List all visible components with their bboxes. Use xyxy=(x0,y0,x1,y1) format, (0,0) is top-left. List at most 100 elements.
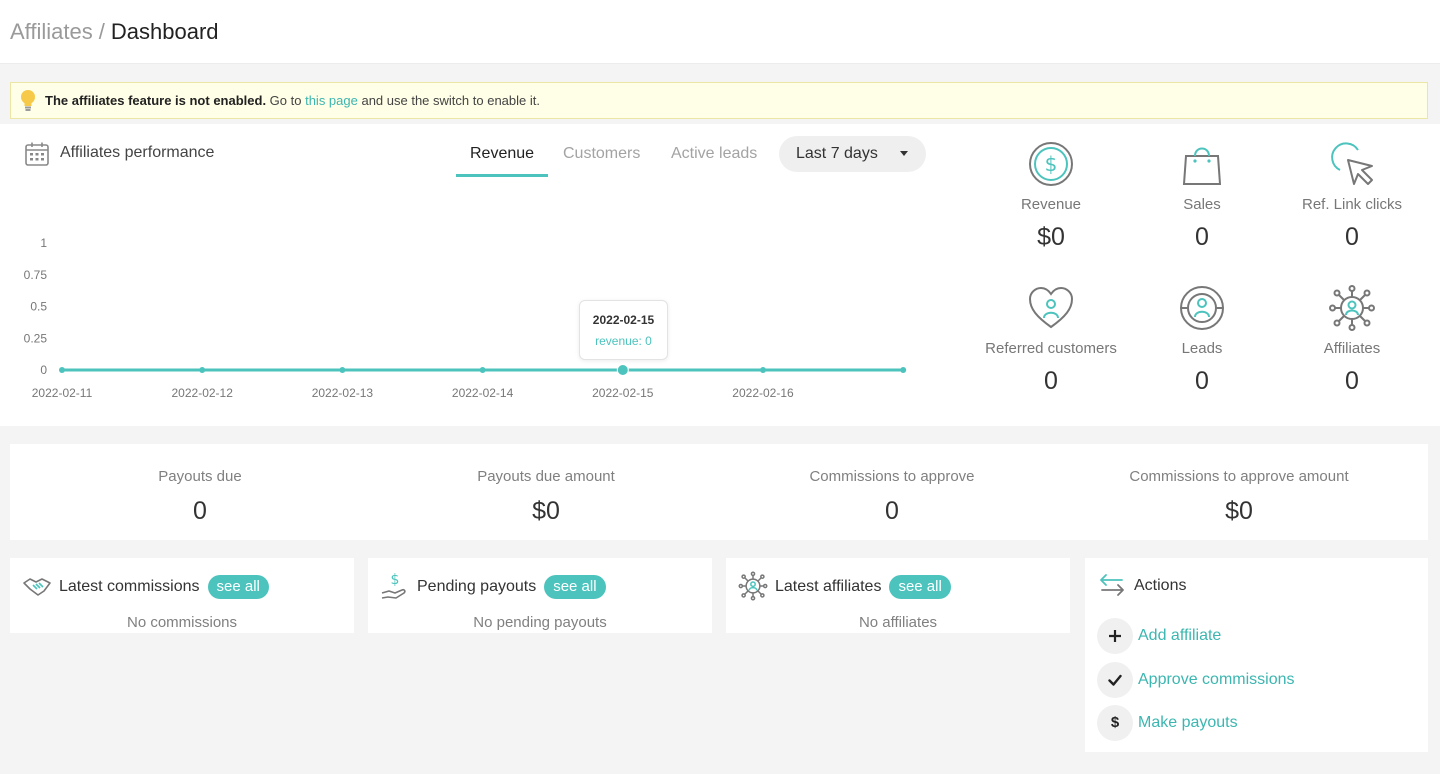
stat-referred-customers: Referred customers 0 xyxy=(976,284,1126,396)
svg-text:$: $ xyxy=(1045,152,1058,176)
data-point xyxy=(339,367,346,373)
breadcrumb-current: Dashboard xyxy=(110,19,219,44)
see-all-button[interactable]: see all xyxy=(544,575,606,599)
latest-commissions-card: Latest commissions see all No commissions xyxy=(10,558,354,633)
summary-value: $0 xyxy=(532,497,560,525)
stat-value: 0 xyxy=(1044,367,1058,395)
summary-payouts-due: Payouts due 0 xyxy=(27,444,373,526)
svg-text:$: $ xyxy=(391,572,400,588)
network-people-icon xyxy=(1329,285,1375,331)
empty-state: No pending payouts xyxy=(473,614,607,631)
y-tick-label: 1 xyxy=(40,236,47,250)
stat-label: Ref. Link clicks xyxy=(1301,196,1403,213)
target-person-icon xyxy=(1180,286,1224,330)
swap-arrows-icon xyxy=(1100,574,1124,596)
stat-value: $0 xyxy=(1037,223,1065,251)
revenue-chart: 1 0.75 0.5 0.25 0 2022-02-11 2022-02-12 2022-02… xyxy=(24,236,907,400)
summary-label: Payouts due amount xyxy=(477,468,615,485)
stat-value: 0 xyxy=(1345,223,1359,251)
actions-title: Actions xyxy=(1134,577,1187,594)
heart-person-icon xyxy=(1028,286,1074,329)
stat-label: Revenue xyxy=(1020,196,1082,213)
data-point xyxy=(199,367,206,373)
breadcrumb: Affiliates / Dashboard xyxy=(10,19,219,45)
payouts-summary: Payouts due 0 Payouts due amount $0 Comm… xyxy=(10,444,1428,540)
card-title-text: Latest commissions xyxy=(59,578,200,596)
x-tick-label: 2022-02-12 xyxy=(172,386,234,400)
see-all-button[interactable]: see all xyxy=(207,575,269,599)
performance-title-text: Affiliates performance xyxy=(60,144,215,161)
data-point xyxy=(760,367,766,373)
lightbulb-icon xyxy=(21,90,35,111)
notice-link[interactable]: this page xyxy=(305,93,358,108)
summary-value: 0 xyxy=(885,497,899,525)
stat-sales: Sales 0 xyxy=(1127,140,1277,252)
y-tick-label: 0 xyxy=(40,363,47,377)
stat-value: 0 xyxy=(1345,367,1359,395)
tab-customers[interactable]: Customers xyxy=(563,140,640,168)
dollar-icon: $ xyxy=(1097,705,1133,741)
card-title: Pending payouts see all xyxy=(417,575,606,599)
y-tick-label: 0.5 xyxy=(30,300,47,314)
empty-state: No commissions xyxy=(126,614,238,631)
stat-label: Leads xyxy=(1181,340,1223,357)
calendar-icon xyxy=(25,142,49,166)
summary-label: Commissions to approve xyxy=(809,468,975,485)
stat-label: Affiliates xyxy=(1323,340,1381,357)
stat-ref-link-clicks: Ref. Link clicks 0 xyxy=(1277,140,1427,252)
action-label: Approve commissions xyxy=(1138,671,1295,688)
x-tick-label: 2022-02-15 xyxy=(592,386,654,400)
hand-dollar-icon: $ xyxy=(381,572,406,599)
breadcrumb-separator: / xyxy=(98,19,105,44)
pending-payouts-card: $ Pending payouts see all No pending payo… xyxy=(368,558,712,633)
tab-revenue[interactable]: Revenue xyxy=(456,140,549,177)
highlighted-point xyxy=(616,364,629,376)
check-icon xyxy=(1097,662,1133,698)
tooltip-date: 2022-02-15 xyxy=(592,313,655,327)
performance-title: Affiliates performance xyxy=(24,141,215,166)
date-range-value: Last 7 days xyxy=(796,145,878,162)
summary-value: $0 xyxy=(1225,497,1253,525)
see-all-button[interactable]: see all xyxy=(889,575,951,599)
dollar-symbol: $ xyxy=(1110,714,1120,731)
x-tick-label: 2022-02-13 xyxy=(312,386,374,400)
summary-commissions-to-approve-amount: Commissions to approve amount $0 xyxy=(1066,444,1412,526)
breadcrumb-parent[interactable]: Affiliates xyxy=(10,19,93,44)
notice-bold-text: The affiliates feature is not enabled. xyxy=(45,93,267,108)
card-title-text: Pending payouts xyxy=(417,578,537,596)
x-tick-label: 2022-02-14 xyxy=(452,386,514,400)
chart-tooltip: 2022-02-15 revenue: 0 xyxy=(579,300,668,360)
performance-panel: Affiliates performance Revenue Customers… xyxy=(0,124,1440,426)
summary-value: 0 xyxy=(193,497,207,525)
y-tick-label: 0.25 xyxy=(24,331,48,345)
page-header: Affiliates / Dashboard xyxy=(0,0,1440,64)
y-tick-label: 0.75 xyxy=(24,268,48,282)
action-label: Add affiliate xyxy=(1138,627,1222,644)
tab-active-leads[interactable]: Active leads xyxy=(671,140,757,168)
data-point xyxy=(59,367,65,373)
summary-payouts-due-amount: Payouts due amount $0 xyxy=(373,444,719,526)
tooltip-value: revenue: 0 xyxy=(595,334,652,348)
notice-text-post: and use the switch to enable it. xyxy=(357,93,540,108)
cursor-click-icon xyxy=(1331,142,1373,185)
date-range-select[interactable]: Last 7 days xyxy=(779,136,926,172)
handshake-icon xyxy=(23,578,51,596)
empty-state: No affiliates xyxy=(858,614,938,631)
shopping-bag-icon xyxy=(1182,147,1222,185)
summary-label: Commissions to approve amount xyxy=(1129,468,1349,485)
stat-leads: Leads 0 xyxy=(1127,284,1277,396)
card-title-text: Latest affiliates xyxy=(775,578,882,596)
stat-affiliates: Affiliates 0 xyxy=(1277,284,1427,396)
dollar-circle-icon: $ xyxy=(1029,142,1073,186)
latest-affiliates-card: Latest affiliates see all No affiliates xyxy=(726,558,1070,633)
notice-text-pre: Go to xyxy=(266,93,306,108)
plus-icon xyxy=(1097,618,1133,654)
x-tick-label: 2022-02-16 xyxy=(732,386,794,400)
x-tick-label: 2022-02-11 xyxy=(32,386,93,400)
feature-disabled-notice: The affiliates feature is not enabled. G… xyxy=(10,82,1428,119)
stat-label: Referred customers xyxy=(985,340,1117,357)
stat-value: 0 xyxy=(1195,223,1209,251)
stat-value: 0 xyxy=(1195,367,1209,395)
summary-commissions-to-approve: Commissions to approve 0 xyxy=(719,444,1065,526)
stat-label: Sales xyxy=(1183,196,1221,213)
